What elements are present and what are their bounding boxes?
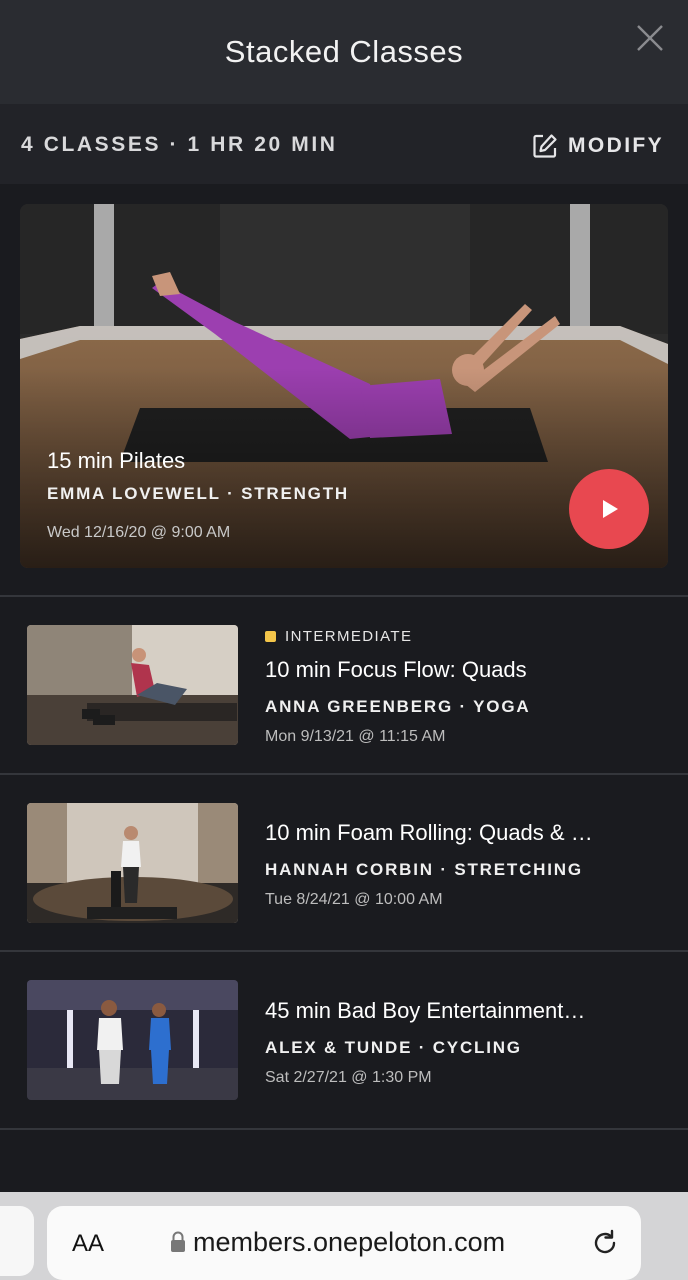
url-text: members.onepeloton.com	[193, 1227, 506, 1257]
class-thumbnail	[27, 625, 238, 745]
divider	[0, 1128, 688, 1130]
lock-icon	[171, 1231, 185, 1252]
class-thumbnail	[27, 803, 238, 923]
featured-class-date: Wed 12/16/20 @ 9:00 AM	[47, 524, 231, 541]
modify-button[interactable]: MODIFY	[532, 131, 664, 161]
reader-settings-button[interactable]: AA	[72, 1230, 104, 1258]
reload-icon[interactable]	[590, 1228, 620, 1258]
featured-class-meta: EMMA LOVEWELL · STRENGTH	[47, 484, 349, 503]
play-button[interactable]	[569, 469, 649, 549]
class-title: 10 min Focus Flow: Quads	[265, 657, 527, 682]
page-title: Stacked Classes	[224, 34, 464, 69]
play-icon	[603, 500, 618, 518]
edit-icon	[533, 134, 557, 158]
class-date: Sat 2/27/21 @ 1:30 PM	[265, 1069, 432, 1086]
modal-header: Stacked Classes	[0, 0, 688, 104]
difficulty-label: INTERMEDIATE	[285, 628, 413, 645]
class-meta: ANNA GREENBERG · YOGA	[265, 697, 531, 716]
class-meta: HANNAH CORBIN · STRETCHING	[265, 860, 583, 879]
close-icon	[637, 25, 663, 51]
class-date: Mon 9/13/21 @ 11:15 AM	[265, 728, 446, 745]
featured-class-title: 15 min Pilates	[47, 448, 186, 473]
class-meta: ALEX & TUNDE · CYCLING	[265, 1038, 522, 1057]
class-title: 45 min Bad Boy Entertainment…	[265, 998, 586, 1023]
close-button[interactable]	[632, 20, 668, 56]
modify-label: MODIFY	[568, 134, 665, 157]
featured-class-card[interactable]: 15 min Pilates EMMA LOVEWELL · STRENGTH …	[20, 204, 668, 568]
class-date: Tue 8/24/21 @ 10:00 AM	[265, 891, 443, 908]
difficulty-badge: INTERMEDIATE	[265, 628, 412, 645]
difficulty-indicator	[265, 631, 276, 642]
previous-tab[interactable]	[0, 1206, 34, 1276]
class-title: 10 min Foam Rolling: Quads & …	[265, 820, 593, 845]
class-thumbnail	[27, 980, 238, 1100]
stack-summary: 4 CLASSES · 1 HR 20 MIN	[21, 133, 338, 156]
